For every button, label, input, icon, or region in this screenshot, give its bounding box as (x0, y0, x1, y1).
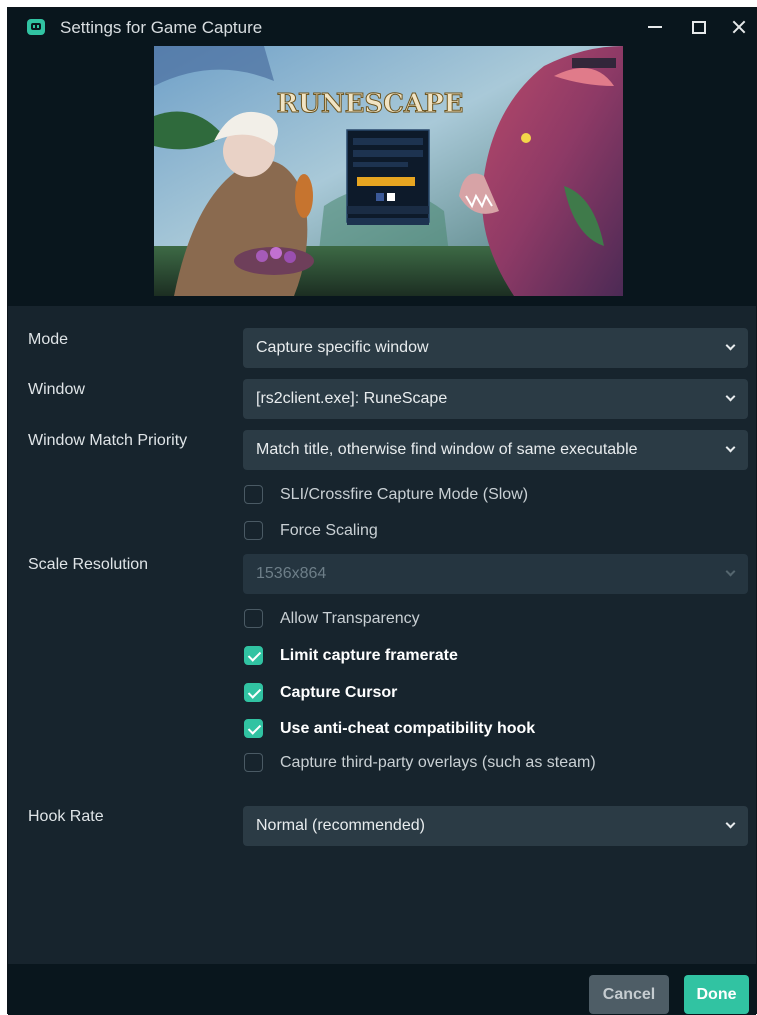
scale-resolution-select: 1536x864 (243, 554, 748, 594)
window-match-priority-value: Match title, otherwise find window of sa… (256, 441, 638, 458)
force-scaling-checkbox[interactable]: Force Scaling (244, 521, 378, 540)
window-match-priority-label: Window Match Priority (28, 432, 188, 449)
scale-resolution-value: 1536x864 (256, 565, 327, 582)
checkbox-label: Capture third-party overlays (such as st… (280, 754, 596, 771)
window-label: Window (28, 381, 85, 398)
checkmark-icon[interactable] (244, 719, 263, 738)
checkbox-label: Force Scaling (280, 522, 378, 539)
maximize-button[interactable] (678, 8, 720, 46)
minimize-icon (648, 26, 662, 28)
checkmark-icon[interactable] (244, 683, 263, 702)
limit-capture-framerate-checkbox[interactable]: Limit capture framerate (244, 646, 458, 665)
settings-form: Mode Capture specific window Window [rs2… (8, 306, 756, 966)
footer-bar: Cancel Done (8, 964, 756, 1015)
allow-transparency-checkbox[interactable]: Allow Transparency (244, 609, 420, 628)
anti-cheat-hook-checkbox[interactable]: Use anti-cheat compatibility hook (244, 719, 535, 738)
checkbox-box[interactable] (244, 753, 263, 772)
window-select[interactable]: [rs2client.exe]: RuneScape (243, 379, 748, 419)
mode-value: Capture specific window (256, 339, 429, 356)
checkbox-label: Allow Transparency (280, 610, 420, 627)
chevron-down-icon (725, 391, 736, 402)
checkbox-label: Limit capture framerate (280, 647, 458, 664)
sli-crossfire-checkbox[interactable]: SLI/Crossfire Capture Mode (Slow) (244, 485, 528, 504)
close-button[interactable] (718, 8, 757, 46)
cancel-button[interactable]: Cancel (589, 975, 669, 1014)
scale-resolution-label: Scale Resolution (28, 556, 149, 573)
settings-window: Settings for Game Capture RUNESCAPE Mode… (7, 7, 757, 1015)
chevron-down-icon (725, 566, 736, 577)
capture-overlays-checkbox[interactable]: Capture third-party overlays (such as st… (244, 753, 600, 773)
chevron-down-icon (725, 818, 736, 829)
hook-rate-label: Hook Rate (28, 808, 104, 825)
checkbox-label: SLI/Crossfire Capture Mode (Slow) (280, 486, 529, 503)
capture-cursor-checkbox[interactable]: Capture Cursor (244, 683, 397, 702)
checkbox-box[interactable] (244, 521, 263, 540)
checkbox-label: Use anti-cheat compatibility hook (280, 720, 536, 737)
chevron-down-icon (725, 442, 736, 453)
checkmark-icon[interactable] (244, 646, 263, 665)
runescape-logo: RUNESCAPE (277, 89, 464, 119)
streamlabs-app-icon (27, 19, 45, 35)
hook-rate-select[interactable]: Normal (recommended) (243, 806, 748, 846)
preview-image: RUNESCAPE (154, 46, 623, 296)
source-preview-area: RUNESCAPE (8, 46, 756, 306)
maximize-icon (692, 20, 706, 34)
minimize-button[interactable] (634, 8, 676, 46)
mode-select[interactable]: Capture specific window (243, 328, 748, 368)
window-value: [rs2client.exe]: RuneScape (256, 390, 448, 407)
close-icon (732, 20, 746, 34)
checkbox-box[interactable] (244, 485, 263, 504)
window-title: Settings for Game Capture (60, 18, 263, 37)
hook-rate-value: Normal (recommended) (256, 817, 425, 834)
done-button[interactable]: Done (684, 975, 749, 1014)
checkbox-box[interactable] (244, 609, 263, 628)
chevron-down-icon (725, 340, 736, 351)
title-bar[interactable]: Settings for Game Capture (8, 8, 756, 46)
mode-label: Mode (28, 331, 69, 348)
checkbox-label: Capture Cursor (280, 684, 398, 701)
window-match-priority-select[interactable]: Match title, otherwise find window of sa… (243, 430, 748, 470)
game-capture-preview: RUNESCAPE (154, 46, 623, 296)
